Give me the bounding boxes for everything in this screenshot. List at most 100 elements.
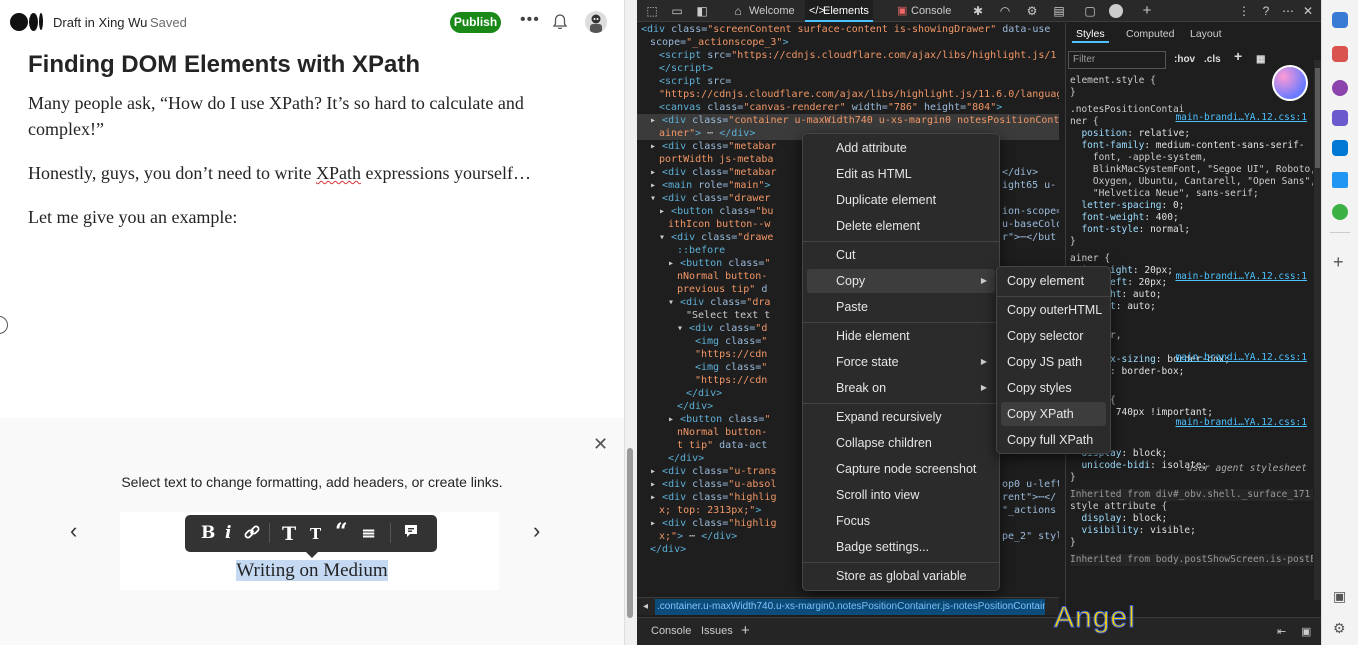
dom-line[interactable]: ▸ <div class="u-absol <box>650 478 776 491</box>
dom-line-fragment[interactable]: pe_2" styl <box>1002 530 1059 543</box>
dom-line-fragment[interactable]: ion-scope= <box>1002 205 1059 218</box>
dom-line-fragment[interactable]: rent">⋯</ <box>1002 491 1056 504</box>
style-line[interactable]: Inherited from div#_obv.shell._surface_1… <box>1070 489 1313 501</box>
menu-item-add-attribute[interactable]: Add attribute <box>807 136 995 160</box>
menu-item-delete-element[interactable]: Delete element <box>807 214 995 238</box>
quote-icon[interactable]: “ <box>335 519 348 545</box>
settings-gear-icon[interactable]: ⚙ <box>1333 620 1346 637</box>
record-icon[interactable] <box>1109 4 1123 18</box>
dom-line[interactable]: nNormal button- <box>677 426 767 439</box>
dom-line-fragment[interactable]: </div> <box>1002 166 1038 179</box>
application-icon[interactable]: ▢ <box>1083 4 1097 18</box>
dom-line[interactable]: previous tip" d <box>677 283 767 296</box>
sidebar-collapse-icon[interactable]: ▣ <box>1333 588 1346 605</box>
medium-logo-icon[interactable] <box>10 13 45 31</box>
publish-button[interactable]: Publish <box>450 12 501 33</box>
dom-line[interactable]: <script src= <box>659 75 731 88</box>
dom-line[interactable]: ▾ <div class="d <box>677 322 767 335</box>
paint-icon[interactable]: ▦ <box>1256 54 1265 66</box>
dom-line-fragment[interactable]: u-baseColo <box>1002 218 1059 231</box>
menu-item-hide-element[interactable]: Hide element <box>807 324 995 348</box>
stylesheet-link[interactable]: main-brandi…YA.12.css:1 <box>1175 271 1307 283</box>
menu-item-collapse-children[interactable]: Collapse children <box>807 431 995 455</box>
link-icon[interactable] <box>243 523 261 546</box>
menu-item-capture-node-screenshot[interactable]: Capture node screenshot <box>807 457 995 481</box>
paragraph[interactable]: Many people ask, “How do I use XPath? It… <box>28 90 588 142</box>
dom-line[interactable]: <div class="screenContent surface-conten… <box>641 23 1050 36</box>
games-icon[interactable] <box>1332 110 1348 126</box>
menu-item-edit-as-html[interactable]: Edit as HTML <box>807 162 995 186</box>
avatar[interactable] <box>585 11 607 33</box>
dom-line[interactable]: ▸ <div class="u-trans <box>650 465 776 478</box>
dom-line[interactable]: "https://cdn <box>695 348 767 361</box>
dom-line[interactable]: </div> <box>686 387 722 400</box>
dom-line[interactable]: "https://cdnjs.cloudflare.com/ajax/libs/… <box>659 88 1059 101</box>
heading-small-icon[interactable]: T <box>310 525 321 543</box>
menu-item-copy-element[interactable]: Copy element <box>1001 269 1106 293</box>
dom-line[interactable]: ▾ <div class="drawe <box>659 231 773 244</box>
more-vertical-icon[interactable]: ⋯ <box>1281 4 1295 18</box>
chevron-right-icon[interactable]: › <box>533 518 540 544</box>
bug-icon[interactable]: ✱ <box>971 4 985 18</box>
dom-line[interactable]: <img class=" <box>695 335 767 348</box>
dom-line[interactable]: portWidth js-metaba <box>659 153 773 166</box>
dom-line[interactable]: </div> <box>650 543 686 556</box>
dom-line-fragment[interactable]: ight65 u- <box>1002 179 1056 192</box>
styles-filter-input[interactable]: Filter <box>1068 51 1166 69</box>
article-title[interactable]: Finding DOM Elements with XPath <box>28 50 588 80</box>
dom-line[interactable]: ▸ <button class=" <box>668 257 770 270</box>
drop-cap-icon[interactable]: ≡ <box>361 523 376 544</box>
page-scrollbar[interactable] <box>624 0 637 645</box>
dom-line[interactable]: t tip" data-act <box>677 439 767 452</box>
dom-line[interactable]: ▸ <div class="highlig <box>650 491 776 504</box>
tab-computed[interactable]: Computed <box>1122 27 1178 41</box>
stylesheet-link[interactable]: main-brandi…YA.12.css:1 <box>1175 112 1307 124</box>
collections-icon[interactable] <box>1332 12 1348 28</box>
dom-line[interactable]: <script src="https://cdnjs.cloudflare.co… <box>659 49 1056 62</box>
dom-line[interactable]: ▸ <button class="bu <box>659 205 773 218</box>
dom-line[interactable]: ▾ <div class="drawer <box>650 192 770 205</box>
dock-icon[interactable]: ⇤ <box>1277 625 1286 638</box>
scrollbar-thumb[interactable] <box>627 448 633 618</box>
tab-elements[interactable]: </> Elements <box>805 0 873 22</box>
dom-line[interactable]: ▾ <div class="dra <box>668 296 770 309</box>
paragraph[interactable]: Let me give you an example: <box>28 204 588 230</box>
menu-item-focus[interactable]: Focus <box>807 509 995 533</box>
menu-item-store-as-global-variable[interactable]: Store as global variable <box>807 564 995 588</box>
close-devtools-icon[interactable]: ✕ <box>1301 4 1315 18</box>
close-icon[interactable]: ✕ <box>593 434 608 455</box>
breadcrumb-arrow-icon[interactable]: ◂ <box>643 598 648 616</box>
dom-line[interactable]: ▸ <div class="highlig <box>650 517 776 530</box>
outlook-icon[interactable] <box>1332 140 1348 156</box>
add-drawer-tab-icon[interactable]: + <box>741 622 750 639</box>
home-icon[interactable]: ⌂ <box>731 4 745 18</box>
tab-console[interactable]: ▣ Console <box>893 0 955 22</box>
menu-item-copy-outerhtml[interactable]: Copy outerHTML <box>1001 298 1106 322</box>
devtools-scrollbar[interactable] <box>1314 60 1321 600</box>
dom-line[interactable]: </script> <box>659 62 713 75</box>
dom-line-fragment[interactable]: op0 u-left <box>1002 478 1059 491</box>
send-icon[interactable] <box>1332 172 1348 188</box>
dom-line[interactable]: x;"> ⋯ </div> <box>659 530 737 543</box>
new-rule-icon[interactable]: + <box>1234 49 1242 63</box>
add-sidebar-icon[interactable]: + <box>1333 252 1344 273</box>
style-line[interactable]: Inherited from body.postShowScreen.is-po… <box>1070 554 1313 566</box>
menu-item-copy[interactable]: Copy ▶ <box>807 269 995 293</box>
tree-icon[interactable] <box>1332 204 1348 220</box>
dom-line[interactable]: </div> <box>668 452 704 465</box>
dom-line[interactable]: ▸ <div class="metabar <box>650 140 776 153</box>
paragraph[interactable]: Honestly, guys, you don’t need to write … <box>28 160 588 186</box>
copilot-icon[interactable] <box>1272 65 1308 101</box>
dom-line[interactable]: <img class=" <box>695 361 767 374</box>
dom-line[interactable]: scope="_actionscope_3"> <box>650 36 788 49</box>
device-toolbar-icon[interactable]: ▭ <box>670 4 684 18</box>
heading-large-icon[interactable]: T <box>282 523 296 545</box>
dom-line[interactable]: ▸ <main role="main"> <box>650 179 770 192</box>
dom-line[interactable]: </div> <box>677 400 713 413</box>
dock-side-icon[interactable]: ◧ <box>695 4 709 18</box>
breadcrumb-item[interactable]: .container.u-maxWidth740.u-xs-margin0.no… <box>655 599 1045 615</box>
menu-item-expand-recursively[interactable]: Expand recursively <box>807 405 995 429</box>
stylesheet-link[interactable]: main-brandi…YA.12.css:1 <box>1175 352 1307 364</box>
menu-item-duplicate-element[interactable]: Duplicate element <box>807 188 995 212</box>
chevron-left-icon[interactable]: ‹ <box>70 518 77 544</box>
